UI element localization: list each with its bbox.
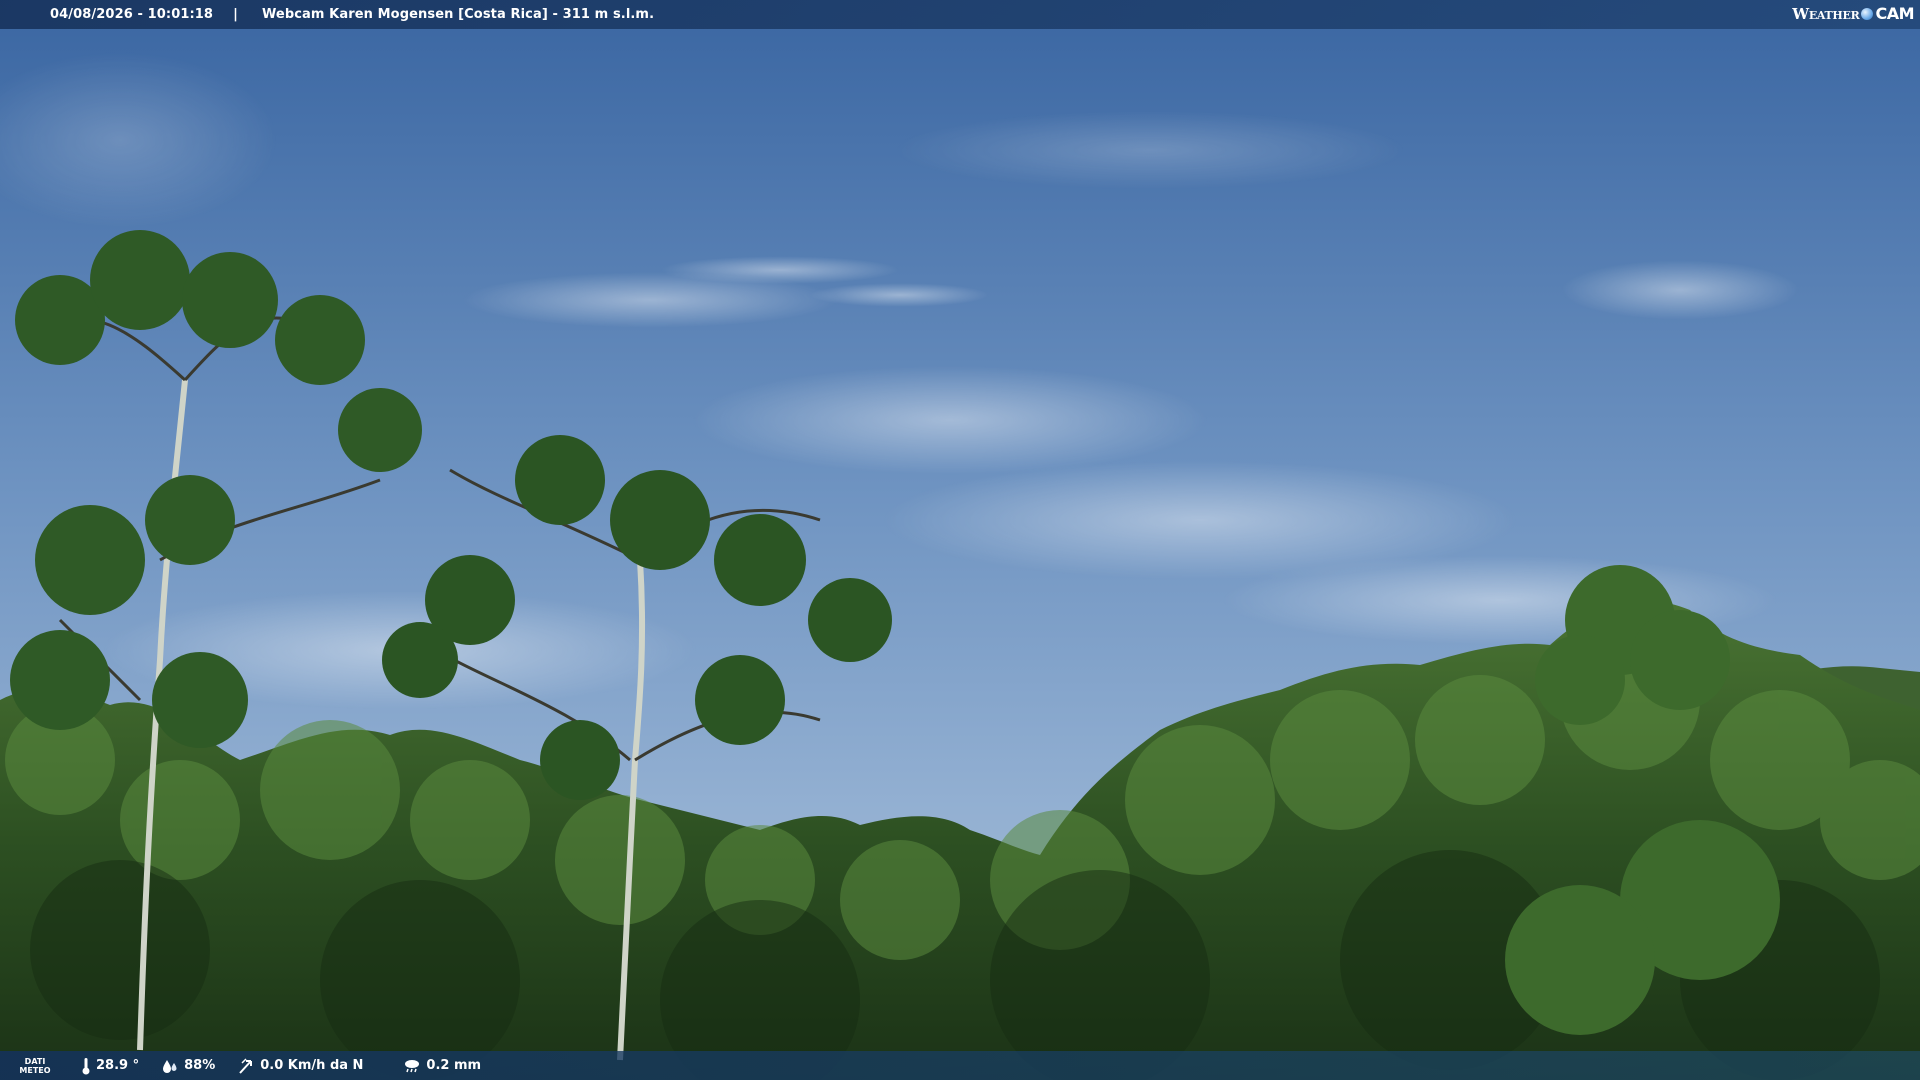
droplets-icon xyxy=(163,1059,177,1073)
weathercam-logo: Weather CAM xyxy=(1792,4,1914,23)
thermometer-icon xyxy=(82,1057,90,1074)
temperature-value: 28.9 ° xyxy=(96,1058,140,1073)
webcam-title: Webcam Karen Mogensen [Costa Rica] - 311… xyxy=(261,7,655,22)
wind-value: 0.0 Km/h da N xyxy=(260,1058,364,1073)
dati-meteo-label: DATI METEO xyxy=(19,1056,51,1075)
rain-value: 0.2 mm xyxy=(426,1058,482,1073)
logo-globe-icon xyxy=(1861,7,1874,20)
humidity-value: 88% xyxy=(184,1058,216,1073)
wind-vane-icon xyxy=(239,1057,253,1074)
weather-data-bar: DATI METEO 28.9 ° 88% 0.0 Km/h da N 0.2 … xyxy=(0,1051,1920,1080)
wind-metric: 0.0 Km/h da N xyxy=(237,1057,363,1075)
humidity-metric: 88% xyxy=(161,1058,215,1074)
rain-metric: 0.2 mm xyxy=(403,1058,481,1074)
rain-cloud-icon xyxy=(405,1059,420,1072)
logo-text-cam: CAM xyxy=(1875,4,1914,23)
datetime-label: 04/08/2026 - 10:01:18 xyxy=(50,7,214,22)
webcam-scene xyxy=(0,0,1920,1080)
temperature-metric: 28.9 ° xyxy=(81,1057,139,1075)
top-caption-bar: 04/08/2026 - 10:01:18 | Webcam Karen Mog… xyxy=(0,0,1920,29)
logo-text-weather: Weather xyxy=(1792,4,1860,23)
separator: | xyxy=(233,7,238,22)
